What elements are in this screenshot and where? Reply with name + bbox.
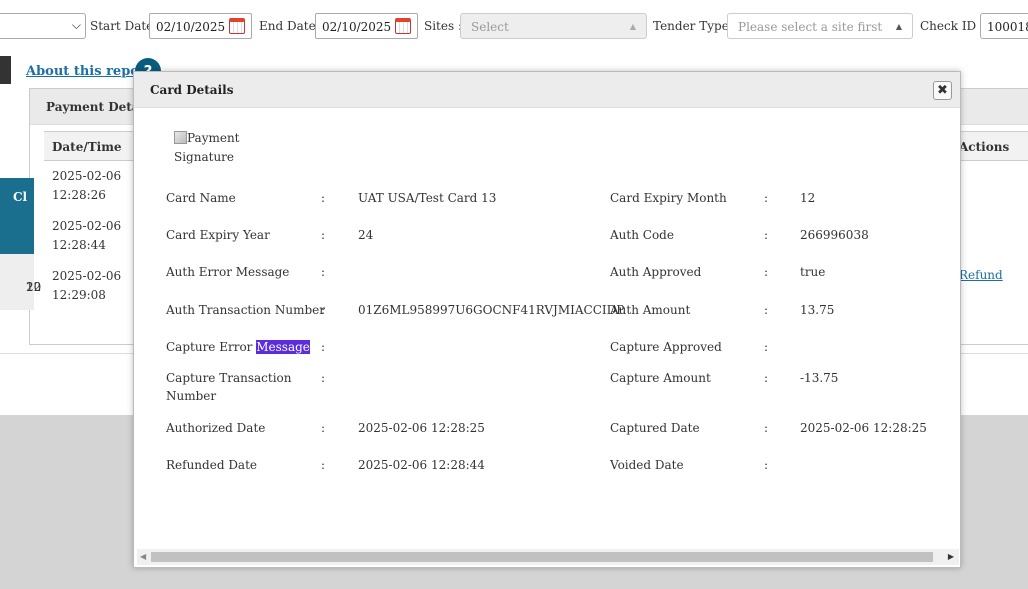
label-text: Capture Error [166, 340, 257, 354]
modal-title: Card Details [150, 83, 234, 97]
selected-text: Message [256, 340, 310, 354]
calendar-icon[interactable] [229, 18, 245, 34]
signature-alt-text: Payment [187, 131, 240, 145]
col-header-actions: Actions [959, 140, 1010, 154]
field-label-auth-approved: Auth Approved [610, 265, 702, 279]
end-date-label: End Date : [259, 19, 324, 33]
field-label-captured-date: Captured Date [610, 421, 700, 435]
field-label-card-expiry-year: Card Expiry Year [166, 228, 270, 242]
colon: : [321, 228, 326, 242]
field-value-captured-date: 2025-02-06 12:28:25 [800, 421, 927, 435]
sites-select[interactable]: Select ▲ [460, 13, 647, 39]
start-date-input[interactable]: 02/10/2025 [149, 13, 252, 39]
tender-placeholder: Please select a site first [738, 20, 883, 34]
signature-alt-text: Signature [174, 150, 235, 164]
colon: : [764, 191, 769, 205]
field-label-auth-code: Auth Code [610, 228, 674, 242]
label-line: Number [166, 389, 217, 403]
row-date: 2025-02-06 [52, 169, 122, 183]
row-date: 2025-02-06 [52, 269, 122, 283]
field-label-card-expiry-month: Card Expiry Month [610, 191, 727, 205]
scroll-left-arrow-icon[interactable]: ◀ [140, 552, 146, 561]
field-value-card-expiry-month: 12 [800, 191, 816, 205]
field-value-card-name: UAT USA/Test Card 13 [358, 191, 497, 205]
horizontal-scrollbar[interactable]: ◀ ▶ [137, 549, 959, 565]
colon: : [321, 421, 326, 435]
sites-placeholder: Select [471, 20, 509, 34]
field-value-capture-amount: -13.75 [800, 371, 839, 385]
tender-type-label: Tender Type : [653, 19, 737, 33]
colon: : [321, 191, 326, 205]
colon: : [321, 458, 326, 472]
row-time: 12:28:44 [52, 238, 106, 252]
colon: : [321, 371, 326, 385]
triangle-up-icon: ▲ [895, 22, 902, 31]
field-label-capture-amount: Capture Amount [610, 371, 711, 385]
filter-bar: ⌵ Start Date : 02/10/2025 End Date : 02/… [0, 0, 1028, 52]
field-label-capture-transaction-number: Capture Transaction Number [166, 369, 292, 405]
field-value-refunded-date: 2025-02-06 12:28:44 [358, 458, 485, 472]
col-header-datetime: Date/Time [52, 140, 122, 154]
colon: : [764, 303, 769, 317]
field-value-auth-code: 266996038 [800, 228, 869, 242]
field-value-auth-transaction-number: 01Z6ML958997U6GOCNF41RVJMIACCIDP [358, 303, 625, 317]
colon: : [764, 458, 769, 472]
field-label-refunded-date: Refunded Date [166, 458, 258, 472]
chevron-down-icon: ⌵ [71, 18, 81, 32]
left-row-line2: 12 [26, 280, 42, 294]
sites-label: Sites : [424, 19, 462, 33]
end-date-input[interactable]: 02/10/2025 [315, 13, 418, 39]
row-time: 12:28:26 [52, 188, 106, 202]
field-label-authorized-date: Authorized Date [166, 421, 266, 435]
colon: : [321, 303, 326, 317]
left-table-row: 20 12 [0, 254, 41, 310]
start-date-value: 02/10/2025 [156, 20, 226, 34]
end-date-value: 02/10/2025 [322, 20, 392, 34]
colon: : [321, 265, 326, 279]
colon: : [764, 265, 769, 279]
field-value-auth-amount: 13.75 [800, 303, 835, 317]
check-id-input[interactable]: 1000183 [980, 13, 1028, 39]
left-table-header: Cl [0, 178, 34, 254]
payment-signature-image: Payment Signature [174, 129, 264, 167]
field-label-capture-approved: Capture Approved [610, 340, 722, 354]
calendar-icon[interactable] [395, 18, 411, 34]
field-value-authorized-date: 2025-02-06 12:28:25 [358, 421, 485, 435]
left-col-header: Cl [13, 190, 28, 204]
field-value-auth-approved: true [800, 265, 826, 279]
field-label-capture-error-message: Capture Error Message [166, 338, 310, 356]
table-row: 2025-02-06 12:28:44 [52, 217, 121, 255]
field-label-auth-amount: Auth Amount [610, 303, 691, 317]
row-time: 12:29:08 [52, 288, 106, 302]
broken-image-icon [174, 131, 187, 144]
scrollbar-thumb[interactable] [151, 552, 933, 562]
colon: : [321, 340, 326, 354]
check-id-label: Check ID : [920, 19, 985, 33]
colon: : [764, 421, 769, 435]
table-row: 2025-02-06 12:28:26 [52, 167, 121, 205]
colon: : [764, 371, 769, 385]
colon: : [764, 228, 769, 242]
field-label-auth-transaction-number: Auth Transaction Number [166, 303, 325, 317]
modal-header: Card Details ✖ [134, 72, 960, 108]
field-label-card-name: Card Name [166, 191, 236, 205]
scroll-right-arrow-icon[interactable]: ▶ [948, 552, 954, 561]
table-row: 2025-02-06 12:29:08 [52, 267, 121, 305]
label-line: Capture Transaction [166, 371, 292, 385]
row-date: 2025-02-06 [52, 219, 122, 233]
check-id-value: 1000183 [987, 20, 1028, 34]
close-button[interactable]: ✖ [933, 81, 952, 100]
refund-link[interactable]: Refund [959, 268, 1003, 282]
field-label-voided-date: Voided Date [610, 458, 684, 472]
card-details-modal: Card Details ✖ Payment Signature Card Na… [133, 71, 961, 568]
back-tab[interactable] [0, 56, 11, 84]
field-value-card-expiry-year: 24 [358, 228, 374, 242]
report-type-select[interactable]: ⌵ [0, 13, 86, 39]
field-label-auth-error-message: Auth Error Message [166, 265, 290, 279]
triangle-up-icon: ▲ [629, 22, 636, 31]
colon: : [764, 340, 769, 354]
tender-type-select[interactable]: Please select a site first ▲ [727, 13, 913, 39]
